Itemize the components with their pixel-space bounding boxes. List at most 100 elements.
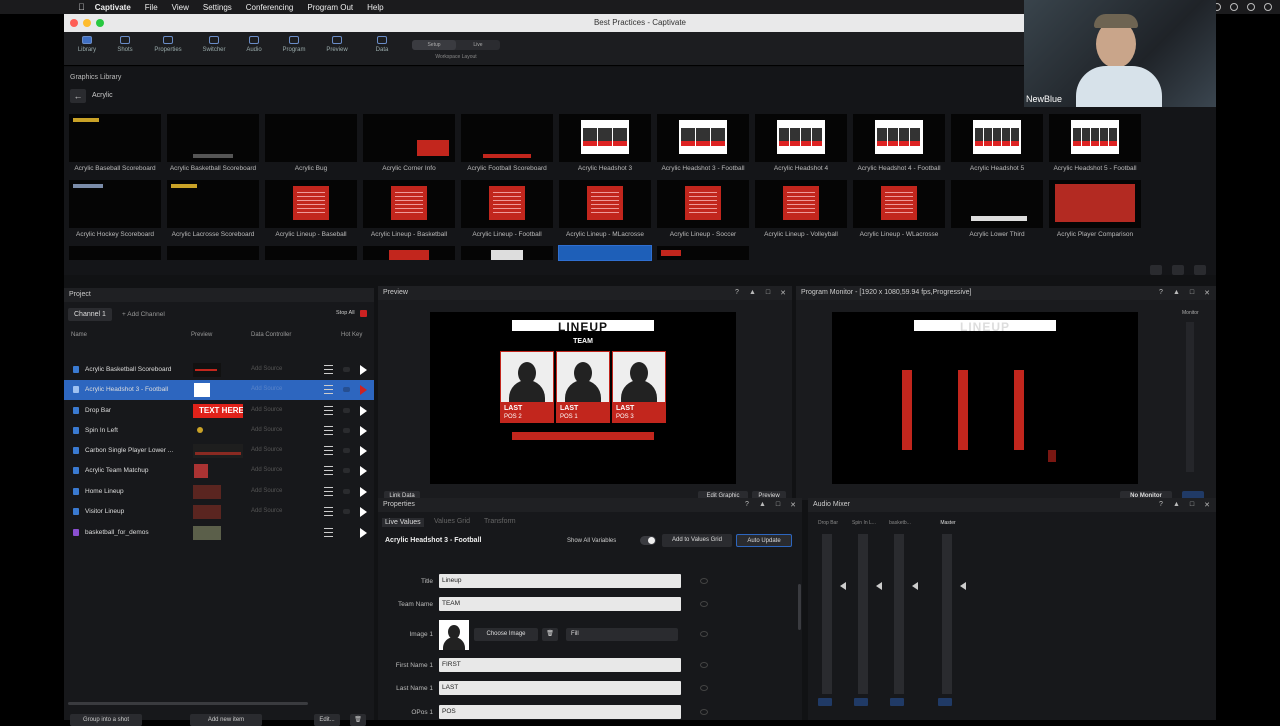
column-preview[interactable]: Preview: [191, 332, 212, 338]
menu-file[interactable]: File: [145, 3, 158, 12]
close-icon[interactable]: ✕: [790, 501, 796, 509]
add-source-link[interactable]: Add Source: [251, 508, 282, 514]
last-name-1-input[interactable]: LAST: [439, 681, 681, 695]
list-icon[interactable]: [324, 406, 333, 415]
first-name-1-input[interactable]: FIRST: [439, 658, 681, 672]
speaker-icon[interactable]: [818, 698, 832, 706]
help-icon[interactable]: ?: [735, 289, 739, 297]
library-item[interactable]: [167, 246, 259, 260]
help-icon[interactable]: ?: [745, 501, 749, 509]
close-window-icon[interactable]: [70, 19, 78, 27]
hotkey-field[interactable]: [343, 509, 350, 514]
speaker-icon[interactable]: [854, 698, 868, 706]
float-icon[interactable]: □: [776, 501, 780, 509]
workspace-setup[interactable]: Setup: [412, 40, 456, 50]
library-item[interactable]: Acrylic Lineup - Soccer: [657, 180, 749, 238]
project-row[interactable]: Carbon Single Player Lower ... Add Sourc…: [64, 441, 374, 461]
toolbar-switcher-button[interactable]: Switcher: [194, 36, 234, 53]
float-icon[interactable]: □: [766, 289, 770, 297]
volume-fader[interactable]: [894, 534, 904, 694]
library-item[interactable]: Acrylic Headshot 4: [755, 114, 847, 172]
fader-knob[interactable]: [876, 582, 882, 590]
library-item[interactable]: [265, 246, 357, 260]
toolbar-preview-button[interactable]: Preview: [317, 36, 357, 53]
play-icon[interactable]: [360, 365, 367, 375]
fill-select[interactable]: Fill: [566, 628, 678, 641]
fader-knob[interactable]: [960, 582, 966, 590]
library-item[interactable]: [558, 245, 652, 261]
menu-view[interactable]: View: [172, 3, 189, 12]
toolbar-data-button[interactable]: Data: [362, 36, 402, 53]
play-icon[interactable]: [360, 446, 367, 456]
title-input[interactable]: Lineup: [439, 574, 681, 588]
project-row[interactable]: Acrylic Headshot 3 - Football Add Source: [64, 380, 374, 400]
menu-help[interactable]: Help: [367, 3, 383, 12]
eye-icon[interactable]: [700, 578, 708, 584]
help-icon[interactable]: ?: [1159, 289, 1163, 297]
play-icon[interactable]: [360, 426, 367, 436]
edit-button[interactable]: Edit...: [314, 714, 340, 726]
library-item[interactable]: [363, 246, 455, 260]
eye-icon[interactable]: [700, 709, 708, 715]
play-icon[interactable]: [360, 466, 367, 476]
menu-settings[interactable]: Settings: [203, 3, 232, 12]
pin-icon[interactable]: ▲: [1173, 289, 1180, 297]
properties-scrollbar[interactable]: [798, 584, 801, 630]
project-row[interactable]: Spin In Left Add Source: [64, 421, 374, 441]
hotkey-field[interactable]: [343, 448, 350, 453]
project-row[interactable]: basketball_for_demos: [64, 523, 374, 543]
add-source-link[interactable]: Add Source: [251, 386, 282, 392]
hotkey-field[interactable]: [343, 468, 350, 473]
library-item[interactable]: Acrylic Corner Info: [363, 114, 455, 172]
close-icon[interactable]: ✕: [1204, 289, 1210, 297]
back-arrow-icon[interactable]: ←: [70, 89, 86, 103]
list-icon[interactable]: [324, 446, 333, 455]
close-icon[interactable]: ✕: [1204, 501, 1210, 509]
column-data-controller[interactable]: Data Controller: [251, 332, 291, 338]
fader-knob[interactable]: [912, 582, 918, 590]
list-icon[interactable]: [324, 385, 333, 394]
list-view-icon[interactable]: [1194, 265, 1206, 275]
toolbar-audio-button[interactable]: Audio: [234, 36, 274, 53]
project-row[interactable]: Acrylic Basketball Scoreboard Add Source: [64, 360, 374, 380]
project-row[interactable]: Drop Bar TEXT HERE Add Source: [64, 401, 374, 421]
hotkey-field[interactable]: [343, 387, 350, 392]
library-item[interactable]: Acrylic Lineup - WLacrosse: [853, 180, 945, 238]
list-icon[interactable]: [324, 466, 333, 475]
pin-icon[interactable]: ▲: [1173, 501, 1180, 509]
add-to-values-grid-button[interactable]: Add to Values Grid: [662, 534, 732, 547]
toolbar-properties-button[interactable]: Properties: [148, 36, 188, 53]
list-icon[interactable]: [324, 426, 333, 435]
add-source-link[interactable]: Add Source: [251, 407, 282, 413]
library-item[interactable]: Acrylic Baseball Scoreboard: [69, 114, 161, 172]
library-item[interactable]: Acrylic Lineup - Baseball: [265, 180, 357, 238]
apple-icon[interactable]: : [78, 2, 85, 12]
pin-icon[interactable]: ▲: [759, 501, 766, 509]
column-name[interactable]: Name: [71, 332, 87, 338]
play-icon[interactable]: [360, 487, 367, 497]
wifi-icon[interactable]: [1264, 3, 1272, 11]
minimize-window-icon[interactable]: [83, 19, 91, 27]
library-item[interactable]: Acrylic Basketball Scoreboard: [167, 114, 259, 172]
project-scrollbar[interactable]: [68, 702, 308, 705]
add-source-link[interactable]: Add Source: [251, 467, 282, 473]
opos-1-input[interactable]: POS: [439, 705, 681, 719]
library-item[interactable]: Acrylic Lower Third: [951, 180, 1043, 238]
library-item[interactable]: Acrylic Hockey Scoreboard: [69, 180, 161, 238]
speaker-icon[interactable]: [890, 698, 904, 706]
library-item[interactable]: Acrylic Lineup - Basketball: [363, 180, 455, 238]
library-item[interactable]: Acrylic Headshot 5: [951, 114, 1043, 172]
close-icon[interactable]: ✕: [780, 289, 786, 297]
toolbar-program-button[interactable]: Program: [274, 36, 314, 53]
float-icon[interactable]: □: [1190, 289, 1194, 297]
hotkey-field[interactable]: [343, 428, 350, 433]
stop-all-button[interactable]: [360, 310, 367, 317]
volume-fader[interactable]: [858, 534, 868, 694]
speaker-icon[interactable]: [938, 698, 952, 706]
list-icon[interactable]: [324, 487, 333, 496]
play-icon[interactable]: [360, 507, 367, 517]
project-row[interactable]: Home Lineup Add Source: [64, 482, 374, 502]
grid-view-icon[interactable]: [1172, 265, 1184, 275]
show-all-variables-toggle[interactable]: [640, 536, 656, 545]
menu-conferencing[interactable]: Conferencing: [246, 3, 294, 12]
